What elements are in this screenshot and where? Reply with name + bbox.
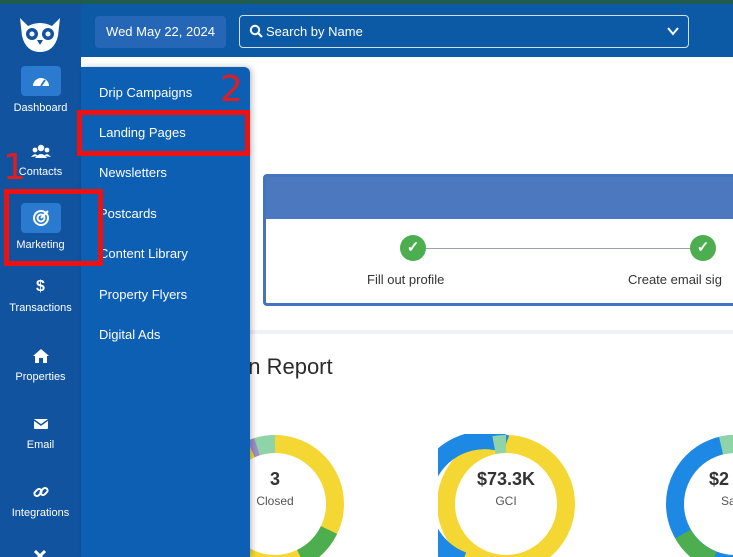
highlight-box-landing-pages — [77, 110, 250, 156]
metric-value-gci: $73.3K — [476, 469, 536, 489]
sidebar-label-transactions: Transactions — [9, 302, 72, 314]
link-icon — [32, 486, 49, 498]
step-label-profile: Fill out profile — [367, 272, 445, 287]
annotation-number-1: 1 — [3, 147, 26, 188]
sidebar-label-properties: Properties — [15, 371, 66, 383]
sidebar-item-integrations[interactable]: Integrations — [0, 483, 81, 519]
metric-value-closed: 3 — [269, 469, 280, 489]
left-sidebar: Dashboard Contacts Marketing $ Transacti… — [0, 4, 81, 557]
sidebar-item-properties[interactable]: Properties — [0, 347, 81, 383]
date-button[interactable]: Wed May 22, 2024 — [95, 16, 226, 48]
metric-label-closed: Closed — [256, 494, 294, 508]
metric-label-gci: GCI — [495, 494, 517, 508]
highlight-box-marketing — [4, 189, 103, 266]
check-icon: ✓ — [400, 235, 426, 261]
step-connector — [414, 248, 704, 249]
top-bar: Wed May 22, 2024 — [81, 4, 733, 57]
dashboard-icon — [32, 78, 49, 87]
sidebar-item-transactions[interactable]: $ Transactions — [0, 278, 81, 314]
menu-item-newsletters[interactable]: Newsletters — [99, 165, 167, 180]
menu-item-content-library[interactable]: Content Library — [99, 246, 188, 261]
menu-item-drip-campaigns[interactable]: Drip Campaigns — [99, 85, 192, 100]
owl-logo-icon[interactable] — [14, 14, 66, 54]
report-title: on Report — [236, 354, 333, 379]
metric-value-sales: $2 — [709, 469, 730, 489]
step-label-email-sig: Create email sig — [628, 272, 722, 287]
contacts-icon — [30, 144, 51, 158]
chevron-down-icon[interactable] — [666, 25, 680, 37]
home-icon — [32, 349, 49, 363]
sidebar-label-dashboard: Dashboard — [13, 102, 68, 114]
annotation-number-2: 2 — [220, 69, 243, 110]
sidebar-label-integrations: Integrations — [11, 507, 70, 519]
contact-search[interactable] — [239, 15, 689, 48]
menu-item-postcards[interactable]: Postcards — [99, 206, 157, 221]
menu-item-digital-ads[interactable]: Digital Ads — [99, 327, 160, 342]
envelope-icon — [33, 419, 48, 429]
dollar-icon: $ — [36, 278, 45, 295]
sidebar-item-dashboard[interactable]: Dashboard — [0, 66, 81, 114]
sidebar-item-email[interactable]: Email — [0, 415, 81, 451]
onboarding-card-header — [266, 177, 733, 219]
tools-icon[interactable] — [32, 549, 48, 557]
search-icon — [249, 24, 263, 38]
metric-label-sales: Sa — [721, 494, 733, 508]
onboarding-card: ✓ ✓ Fill out profile Create email sig — [263, 174, 733, 306]
menu-item-property-flyers[interactable]: Property Flyers — [99, 287, 187, 302]
check-icon: ✓ — [690, 235, 716, 261]
search-input[interactable] — [266, 16, 656, 46]
sidebar-label-email: Email — [26, 439, 55, 451]
